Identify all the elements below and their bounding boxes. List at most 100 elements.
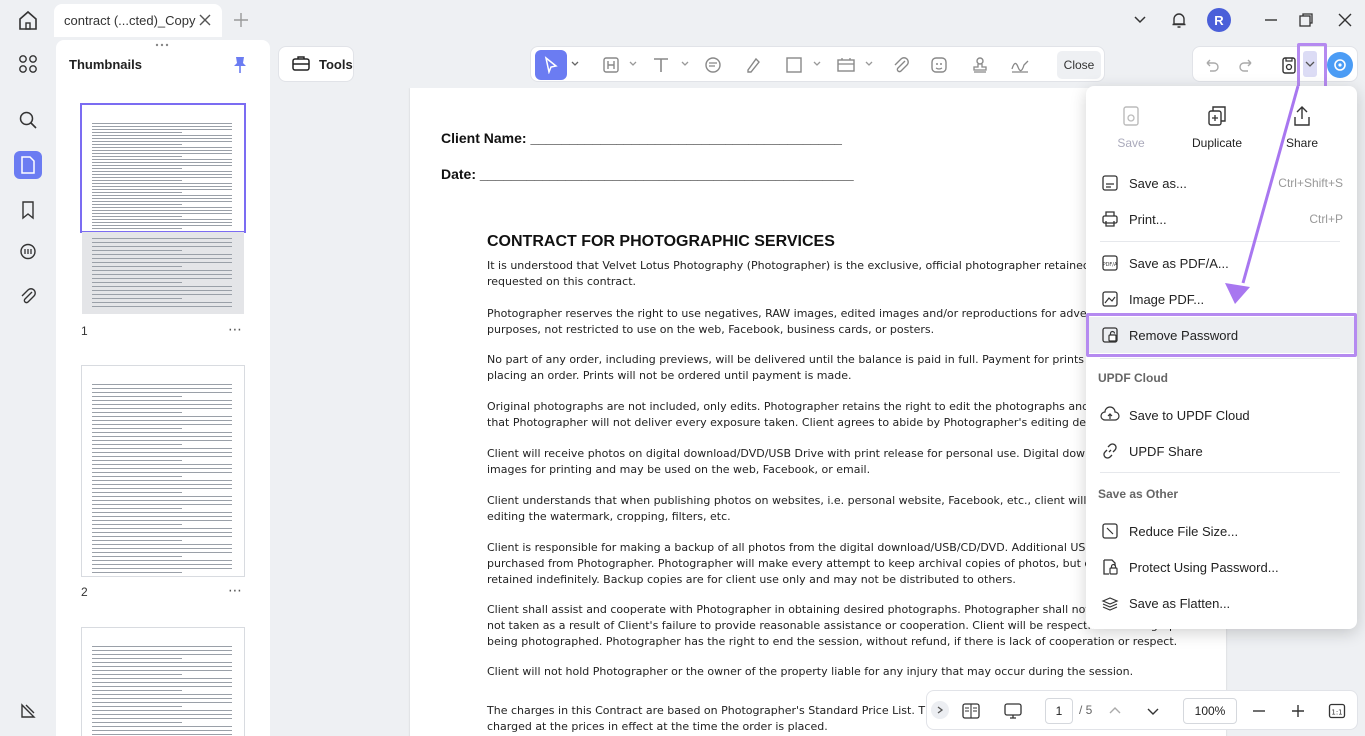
menu-item-image-pdf[interactable]: Image PDF... <box>1086 281 1357 317</box>
menu-item-protect-password[interactable]: Protect Using Password... <box>1086 549 1357 585</box>
document-tab[interactable]: contract (...cted)_Copy <box>54 4 222 37</box>
menu-item-save-as[interactable]: Save as... Ctrl+Shift+S <box>1086 165 1357 201</box>
paragraph-line: Original photographs are not included, o… <box>487 400 1194 413</box>
menu-share-button[interactable]: Share <box>1267 104 1337 150</box>
shape-tool-icon[interactable] <box>782 53 806 77</box>
collapse-arrow-icon[interactable] <box>931 701 949 719</box>
paragraph-line: Client understands that when publishing … <box>487 494 1202 507</box>
new-tab-icon[interactable] <box>233 12 249 28</box>
section-heading-cloud: UPDF Cloud <box>1098 371 1168 385</box>
menu-save-button[interactable]: Save <box>1096 104 1166 150</box>
close-window-icon[interactable] <box>1336 11 1354 29</box>
search-icon[interactable] <box>14 106 42 134</box>
bell-icon[interactable] <box>1170 11 1188 29</box>
thumbnail-text-line <box>92 516 232 517</box>
thumbnail-text-line <box>92 444 182 445</box>
next-page-icon[interactable] <box>1143 701 1163 721</box>
chevron-down-icon[interactable] <box>813 61 821 67</box>
note-tool-icon[interactable] <box>701 53 725 77</box>
thumbnail-text-line <box>92 219 232 220</box>
thumbnail-text-line <box>92 456 232 457</box>
pin-icon[interactable] <box>232 56 248 74</box>
sticker-tool-icon[interactable] <box>927 53 951 77</box>
minimize-icon[interactable] <box>1262 11 1280 29</box>
measure-tool-icon[interactable] <box>834 53 858 77</box>
comment-icon[interactable] <box>14 238 42 266</box>
thumbnail-text-line <box>92 392 232 393</box>
svg-text:PDF/A: PDF/A <box>1103 262 1118 268</box>
thumbnail-text-line <box>92 306 232 307</box>
text-tool-icon[interactable] <box>649 53 673 77</box>
home-icon[interactable] <box>16 9 40 31</box>
presentation-icon[interactable] <box>1003 701 1023 721</box>
zoom-in-icon[interactable] <box>1288 701 1308 721</box>
title-bar: contract (...cted)_Copy R <box>0 0 1365 40</box>
signature-tool-icon[interactable] <box>1008 53 1032 77</box>
more-options-icon[interactable]: ⋯ <box>228 582 243 599</box>
thumbnail-text-line <box>92 420 232 421</box>
thumbnail-text-line <box>92 556 182 557</box>
redo-icon[interactable] <box>1235 53 1259 77</box>
menu-item-label: Save as PDF/A... <box>1129 255 1229 271</box>
restore-icon[interactable] <box>1297 11 1315 29</box>
page-thumbnail-1[interactable] <box>82 105 244 231</box>
menu-item-save-cloud[interactable]: Save to UPDF Cloud <box>1086 397 1357 433</box>
menu-item-reduce-size[interactable]: Reduce File Size... <box>1086 513 1357 549</box>
thumbnail-page-number: 1 <box>81 324 88 338</box>
grid-icon[interactable] <box>14 50 42 78</box>
chevron-down-icon[interactable] <box>571 61 579 67</box>
layers-icon[interactable] <box>14 697 42 725</box>
actual-size-icon[interactable]: 1:1 <box>1327 701 1347 721</box>
page-thumbnail-2[interactable] <box>82 366 244 576</box>
thumbnail-text-line <box>92 228 182 229</box>
close-edit-button[interactable]: Close <box>1057 51 1101 79</box>
page-layout-icon[interactable] <box>961 701 981 721</box>
pencil-tool-icon[interactable] <box>741 53 765 77</box>
thumbnail-text-line <box>92 282 182 283</box>
resize-grip-icon[interactable] <box>154 42 170 48</box>
tools-button[interactable]: Tools <box>278 46 354 82</box>
menu-item-flatten[interactable]: Save as Flatten... <box>1086 585 1357 621</box>
thumbnail-text-line <box>92 138 232 139</box>
attachment-icon[interactable] <box>14 282 42 310</box>
thumbnail-text-line <box>92 564 232 565</box>
ai-assistant-icon[interactable] <box>1327 52 1353 78</box>
left-rail <box>0 40 56 736</box>
current-page-input[interactable]: 1 <box>1045 698 1073 724</box>
chevron-down-icon[interactable] <box>865 61 873 67</box>
thumbnail-text-line <box>92 504 232 505</box>
thumbnail-text-line <box>92 156 182 157</box>
menu-item-print[interactable]: Print... Ctrl+P <box>1086 201 1357 237</box>
thumbnail-text-line <box>92 528 232 529</box>
chevron-down-icon[interactable] <box>1131 11 1149 29</box>
undo-icon[interactable] <box>1199 53 1223 77</box>
dropdown-highlight-box <box>1297 43 1327 89</box>
stamp-tool-icon[interactable] <box>968 53 992 77</box>
thumbnail-page-number: 2 <box>81 585 88 599</box>
zoom-level-input[interactable]: 100% <box>1183 698 1237 724</box>
page-thumbnail-3[interactable] <box>82 628 244 736</box>
thumbnail-text-line <box>92 460 182 461</box>
paragraph-line: retained indefinitely. Backup copies are… <box>487 573 1016 586</box>
more-options-icon[interactable]: ⋯ <box>228 321 243 338</box>
menu-item-save-pdfa[interactable]: PDF/A Save as PDF/A... <box>1086 245 1357 281</box>
paragraph-line: Photographer reserves the right to use n… <box>487 307 1208 320</box>
avatar[interactable]: R <box>1207 8 1231 32</box>
attach-tool-icon[interactable] <box>889 53 913 77</box>
thumbnails-icon[interactable] <box>14 151 42 179</box>
chevron-down-icon[interactable] <box>629 61 637 67</box>
highlight-tool-icon[interactable] <box>599 53 623 77</box>
paragraph-line: Client shall assist and cooperate with P… <box>487 603 1193 616</box>
thumbnail-text-line <box>92 572 182 573</box>
zoom-out-icon[interactable] <box>1249 701 1269 721</box>
paragraph-line: not taken as a result of Client's failur… <box>487 619 1205 632</box>
menu-duplicate-button[interactable]: Duplicate <box>1182 104 1252 150</box>
chevron-down-icon[interactable] <box>681 61 689 67</box>
close-tab-icon[interactable] <box>198 13 212 27</box>
bookmark-icon[interactable] <box>14 196 42 224</box>
previous-page-icon[interactable] <box>1105 701 1125 721</box>
thumbnail-text-line <box>92 560 232 561</box>
select-tool-icon[interactable] <box>535 50 567 80</box>
thumbnail-text-line <box>92 126 232 127</box>
menu-item-updf-share[interactable]: UPDF Share <box>1086 433 1357 469</box>
